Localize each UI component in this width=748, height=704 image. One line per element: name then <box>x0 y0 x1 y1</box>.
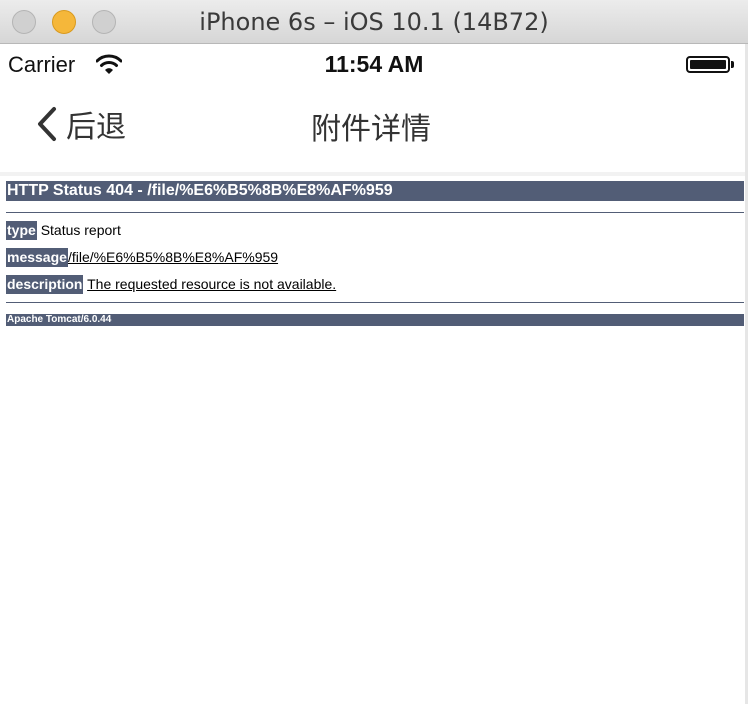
server-footer: Apache Tomcat/6.0.44 <box>6 314 744 326</box>
divider <box>6 302 744 303</box>
error-heading: HTTP Status 404 - /file/%E6%B5%8B%E8%AF%… <box>6 181 744 201</box>
simulator-titlebar: iPhone 6s – iOS 10.1 (14B72) <box>0 0 748 44</box>
row-label: message <box>6 248 68 267</box>
row-value: The requested resource is not available. <box>87 276 337 292</box>
error-row-message: message/file/%E6%B5%8B%E8%AF%959 <box>6 248 744 267</box>
nav-divider <box>0 172 745 176</box>
web-content: HTTP Status 404 - /file/%E6%B5%8B%E8%AF%… <box>6 181 744 326</box>
row-label: type <box>6 221 37 240</box>
row-value: /file/%E6%B5%8B%E8%AF%959 <box>67 249 279 265</box>
row-value: Status report <box>40 222 121 238</box>
page-title: 附件详情 <box>311 112 431 147</box>
window-title: iPhone 6s – iOS 10.1 (14B72) <box>199 8 549 36</box>
status-time: 11:54 AM <box>324 51 424 77</box>
battery-icon <box>686 56 730 73</box>
error-row-type: type Status report <box>6 221 744 240</box>
battery-tip <box>731 61 734 68</box>
divider <box>6 212 744 213</box>
error-row-description: description The requested resource is no… <box>6 275 744 294</box>
row-label: description <box>6 275 84 294</box>
